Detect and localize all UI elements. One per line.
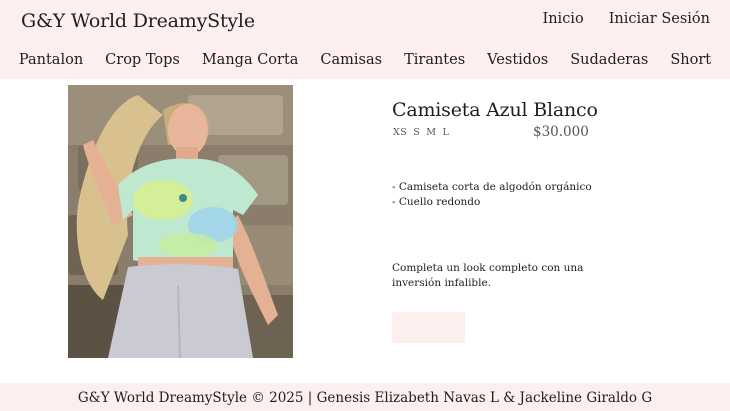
top-links: Inicio Iniciar Sesión	[542, 11, 710, 27]
product-description: Completa un look completo con una invers…	[392, 262, 584, 289]
nav-item-pantalon[interactable]: Pantalon	[8, 52, 94, 68]
nav-item-short[interactable]: Short	[659, 52, 722, 68]
site-footer: G&Y World DreamyStyle © 2025 | Genesis E…	[0, 383, 730, 411]
size-options: XS S M L	[393, 127, 449, 138]
brand-logo-text[interactable]: G&Y World DreamyStyle	[21, 10, 255, 32]
nav-item-manga-corta[interactable]: Manga Corta	[191, 52, 310, 68]
home-link[interactable]: Inicio	[542, 11, 583, 27]
nav-item-camisas[interactable]: Camisas	[309, 52, 393, 68]
product-features: - Camiseta corta de algodón orgánico - C…	[392, 180, 592, 209]
product-title: Camiseta Azul Blanco	[392, 99, 598, 121]
add-to-cart-button[interactable]	[392, 312, 465, 343]
size-option-l[interactable]: L	[443, 127, 450, 138]
category-nav: Pantalon Crop Tops Manga Corta Camisas T…	[0, 52, 730, 68]
feature-item: - Camiseta corta de algodón orgánico	[392, 181, 592, 193]
product-price: $30.000	[533, 124, 589, 140]
size-option-xs[interactable]: XS	[393, 127, 407, 138]
nav-item-tirantes[interactable]: Tirantes	[393, 52, 476, 68]
size-option-m[interactable]: M	[426, 127, 436, 138]
site-header: G&Y World DreamyStyle Inicio Iniciar Ses…	[0, 0, 730, 79]
nav-item-crop-tops[interactable]: Crop Tops	[94, 52, 191, 68]
feature-item: - Cuello redondo	[392, 195, 481, 208]
size-option-s[interactable]: S	[413, 127, 420, 138]
login-link[interactable]: Iniciar Sesión	[609, 11, 710, 27]
nav-item-vestidos[interactable]: Vestidos	[476, 52, 559, 68]
product-photo	[68, 85, 293, 358]
nav-item-sudaderas[interactable]: Sudaderas	[559, 52, 659, 68]
